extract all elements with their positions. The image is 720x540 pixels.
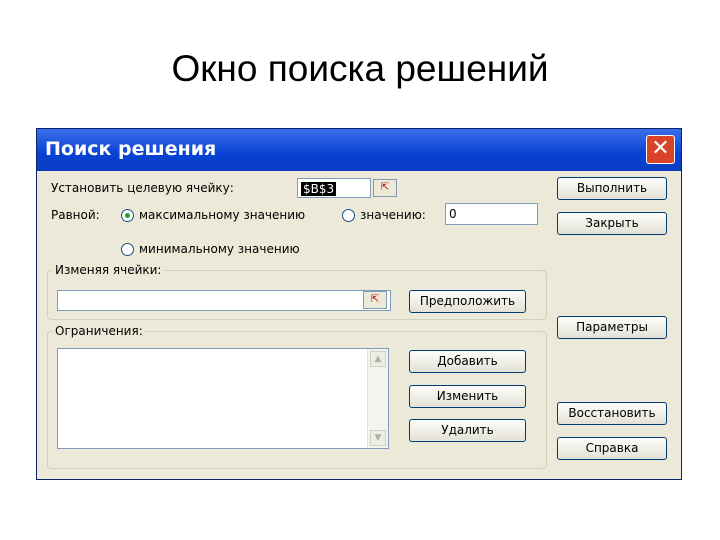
collapse-dialog-icon[interactable]: ⇱ [363, 291, 387, 309]
guess-button[interactable]: Предположить [409, 290, 526, 313]
scroll-up-icon[interactable]: ▲ [370, 351, 386, 367]
changing-cells-legend: Изменяя ячейки: [53, 263, 164, 277]
constraints-legend: Ограничения: [53, 324, 145, 338]
run-button[interactable]: Выполнить [557, 177, 667, 200]
target-cell-value: $B$3 [301, 182, 337, 196]
radio-min-label: минимальному значению [139, 242, 300, 256]
radio-value-label: значению: [360, 208, 426, 222]
radio-max-label: максимальному значению [139, 208, 306, 222]
delete-constraint-button[interactable]: Удалить [409, 419, 526, 442]
equal-label: Равной: [51, 208, 100, 222]
target-cell-input[interactable]: $B$3 [297, 178, 371, 198]
change-constraint-button[interactable]: Изменить [409, 385, 526, 408]
dialog-title: Поиск решения [45, 138, 217, 160]
help-button[interactable]: Справка [557, 437, 667, 460]
constraints-scrollbar[interactable]: ▲ ▼ [367, 349, 388, 448]
constraints-list[interactable]: ▲ ▼ [57, 348, 389, 449]
add-constraint-button[interactable]: Добавить [409, 350, 526, 373]
solver-dialog: Поиск решения ✕ Установить целевую ячейк… [36, 128, 682, 480]
radio-selected-dot [125, 213, 130, 218]
scroll-down-icon[interactable]: ▼ [370, 430, 386, 446]
radio-min[interactable] [121, 243, 134, 256]
target-cell-label: Установить целевую ячейку: [51, 181, 234, 195]
close-icon[interactable]: ✕ [646, 135, 675, 164]
slide-title: Окно поиска решений [171, 48, 549, 89]
changing-cells-input[interactable] [57, 290, 391, 311]
collapse-dialog-icon[interactable]: ⇱ [373, 179, 397, 197]
reset-button[interactable]: Восстановить [557, 402, 667, 425]
radio-value[interactable] [342, 209, 355, 222]
value-input[interactable]: 0 [445, 203, 538, 225]
dialog-titlebar: Поиск решения ✕ [37, 129, 681, 171]
close-button[interactable]: Закрыть [557, 212, 667, 235]
radio-max[interactable] [121, 209, 134, 222]
options-button[interactable]: Параметры [557, 316, 667, 339]
